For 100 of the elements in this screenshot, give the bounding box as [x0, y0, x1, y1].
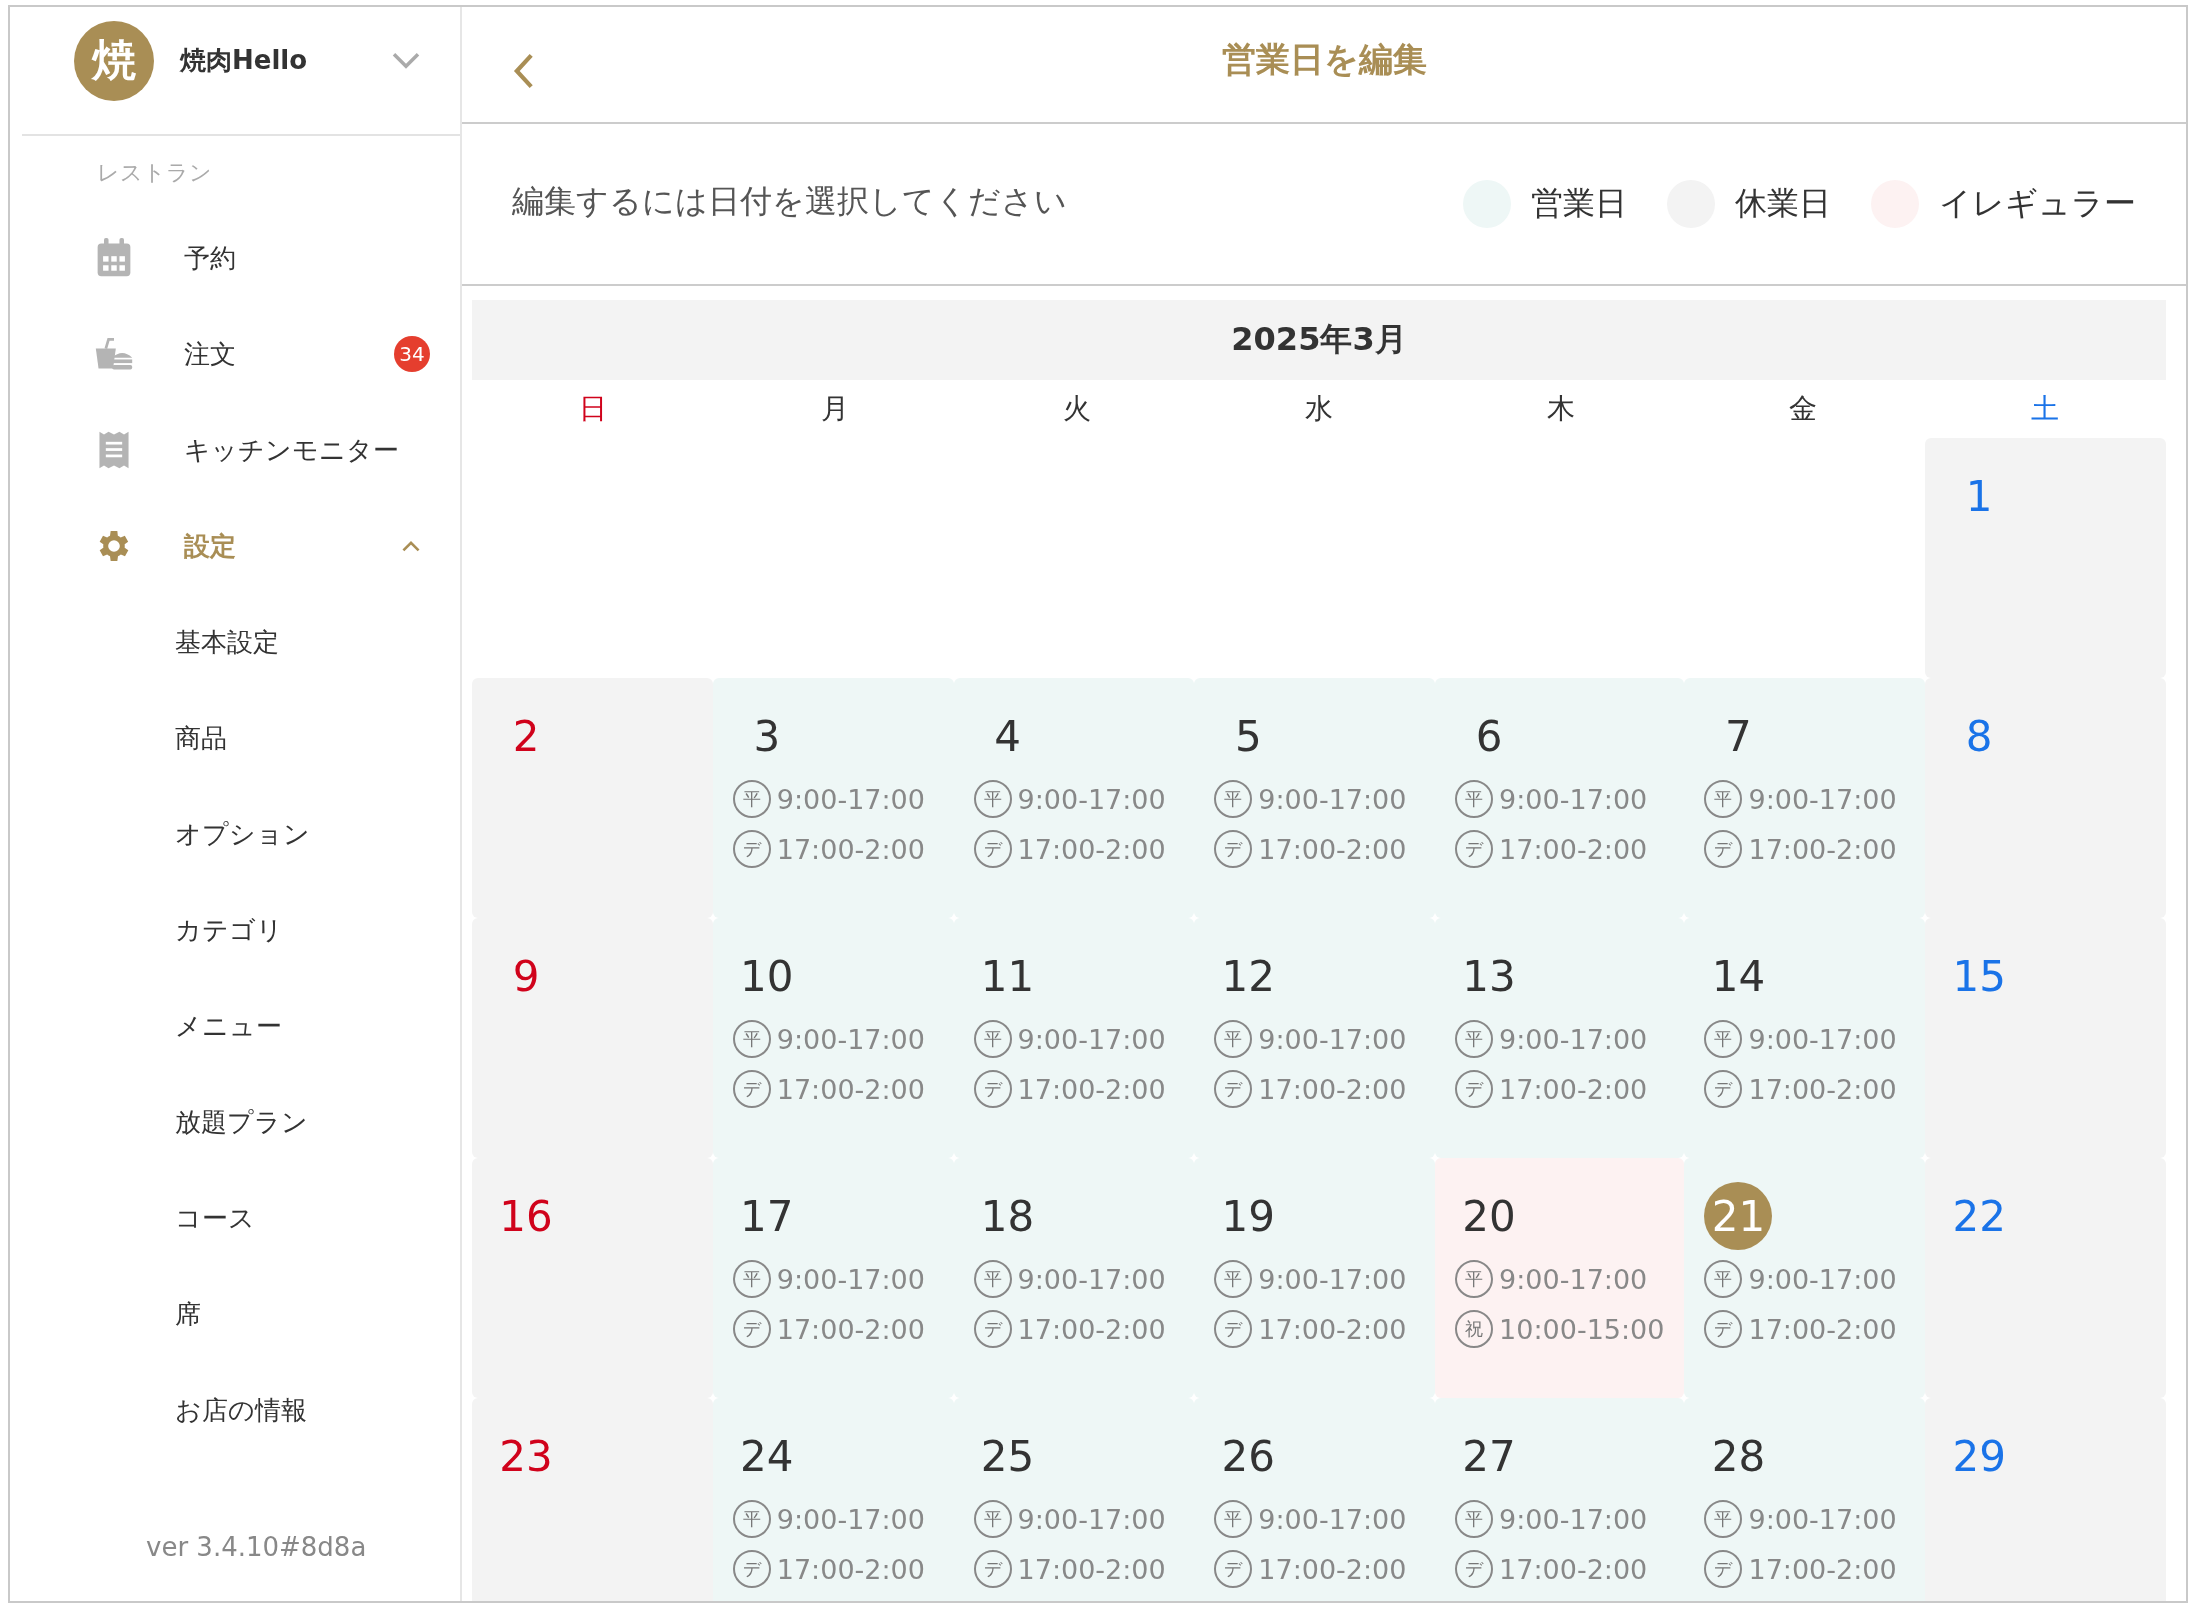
shift-tag: 平 [1704, 1260, 1743, 1298]
shift-tag: デ [1704, 830, 1743, 868]
day-cell[interactable]: 16 [472, 1158, 713, 1398]
day-cell[interactable]: 28 平 9:00-17:00 デ 17:00-2:00 [1684, 1398, 1926, 1601]
day-cell[interactable]: 7 平 9:00-17:00 デ 17:00-2:00 [1684, 678, 1926, 918]
weekday-label: 水 [1304, 391, 1334, 427]
day-cell[interactable]: 23 [472, 1398, 713, 1601]
day-number: 8 [1964, 710, 1994, 763]
shift-time: 17:00-2:00 [1258, 833, 1407, 865]
day-cell[interactable]: 24 平 9:00-17:00 デ 17:00-2:00 [712, 1398, 954, 1601]
day-cell[interactable]: 2 [472, 678, 713, 918]
day-number: 2 [511, 710, 541, 763]
shift-time: 9:00-17:00 [1499, 1503, 1648, 1535]
shift-tag: 平 [973, 780, 1012, 818]
shift-tag: デ [732, 830, 771, 868]
day-cell[interactable]: 6 平 9:00-17:00 デ 17:00-2:00 [1435, 678, 1685, 918]
shift-time: 17:00-2:00 [1017, 833, 1166, 865]
day-cell[interactable]: 10 平 9:00-17:00 デ 17:00-2:00 [712, 918, 954, 1158]
day-number: 27 [1461, 1430, 1517, 1483]
shift-tag: 平 [1214, 780, 1253, 818]
shift-tag: デ [973, 830, 1012, 868]
day-number: 28 [1710, 1430, 1767, 1483]
submenu-item[interactable]: 放題プラン [10, 1074, 460, 1170]
day-number: 14 [1710, 950, 1767, 1003]
day-cell[interactable]: 8 [1925, 678, 2166, 918]
instruction-text: 編集するには日付を選択してください [512, 181, 1068, 222]
shift-time: 9:00-17:00 [1499, 1023, 1648, 1055]
shift-time: 17:00-2:00 [1258, 1073, 1407, 1105]
day-number: 20 [1461, 1190, 1517, 1243]
shift-time: 9:00-17:00 [1499, 783, 1648, 815]
submenu-item[interactable]: お店の情報 [10, 1362, 460, 1458]
shift-time: 17:00-2:00 [1258, 1313, 1407, 1345]
day-cell[interactable]: 13 平 9:00-17:00 デ 17:00-2:00 [1435, 918, 1685, 1158]
shift-tag: デ [1455, 1070, 1494, 1108]
day-number: 17 [739, 1190, 795, 1243]
submenu-item[interactable]: オプション [10, 786, 460, 882]
shift-time: 17:00-2:00 [1499, 1073, 1648, 1105]
submenu-item[interactable]: コース [10, 1170, 460, 1266]
day-cell[interactable]: 27 平 9:00-17:00 デ 17:00-2:00 [1435, 1398, 1685, 1601]
shift-tag: 平 [1214, 1260, 1253, 1298]
day-cell[interactable]: 1 [1925, 438, 2166, 678]
day-number: 23 [498, 1430, 554, 1483]
day-number: 22 [1951, 1190, 2007, 1243]
day-cell[interactable]: 25 平 9:00-17:00 デ 17:00-2:00 [953, 1398, 1195, 1601]
day-cell[interactable]: 14 平 9:00-17:00 デ 17:00-2:00 [1684, 918, 1926, 1158]
shift-time: 9:00-17:00 [1258, 1263, 1407, 1295]
day-number: 15 [1951, 950, 2007, 1003]
day-cell[interactable]: 29 [1925, 1398, 2166, 1601]
shift-tag: 平 [1455, 780, 1494, 818]
shift-time: 9:00-17:00 [776, 1263, 925, 1295]
day-number: 6 [1474, 710, 1504, 763]
day-cell[interactable]: 20 平 9:00-17:00 祝 10:00-15:00 [1435, 1158, 1685, 1398]
day-number: 10 [739, 950, 795, 1003]
day-cell[interactable]: 19 平 9:00-17:00 デ 17:00-2:00 [1194, 1158, 1436, 1398]
day-cell[interactable]: 21 平 9:00-17:00 デ 17:00-2:00 [1684, 1158, 1926, 1398]
menu-item[interactable]: キッチンモニター [10, 402, 460, 498]
shift-time: 17:00-2:00 [1748, 1553, 1897, 1585]
shift-time: 9:00-17:00 [1017, 783, 1166, 815]
shift-tag: 平 [1214, 1500, 1253, 1538]
submenu-item[interactable]: 基本設定 [10, 594, 460, 690]
day-cell[interactable]: 15 [1925, 918, 2166, 1158]
submenu-item[interactable]: 席 [10, 1266, 460, 1362]
day-cell[interactable]: 12 平 9:00-17:00 デ 17:00-2:00 [1194, 918, 1436, 1158]
day-cell[interactable]: 5 平 9:00-17:00 デ 17:00-2:00 [1194, 678, 1436, 918]
shift-tag: 祝 [1455, 1310, 1494, 1348]
shift-time: 17:00-2:00 [1748, 833, 1897, 865]
section-label: レストラン [96, 159, 213, 187]
day-number: 7 [1724, 710, 1753, 763]
page-title: 営業日を編集 [1221, 37, 1427, 81]
shift-time: 9:00-17:00 [1017, 1023, 1166, 1055]
submenu-item[interactable]: 商品 [10, 690, 460, 786]
shift-tag: デ [1214, 1550, 1253, 1588]
submenu-item[interactable]: カテゴリ [10, 882, 460, 978]
menu-item[interactable]: 注文 34 [10, 306, 460, 402]
day-cell[interactable]: 18 平 9:00-17:00 デ 17:00-2:00 [953, 1158, 1195, 1398]
shift-tag: 平 [1455, 1500, 1494, 1538]
shift-time: 17:00-2:00 [1017, 1313, 1166, 1345]
day-cell[interactable]: 26 平 9:00-17:00 デ 17:00-2:00 [1194, 1398, 1436, 1601]
shift-time: 17:00-2:00 [1017, 1073, 1166, 1105]
shift-time: 9:00-17:00 [776, 1503, 925, 1535]
day-cell[interactable]: 17 平 9:00-17:00 デ 17:00-2:00 [712, 1158, 954, 1398]
submenu-item[interactable]: メニュー [10, 978, 460, 1074]
shift-time: 9:00-17:00 [1017, 1263, 1166, 1295]
day-cell[interactable]: 9 [472, 918, 713, 1158]
day-number: 29 [1951, 1430, 2007, 1483]
shift-time: 9:00-17:00 [1499, 1263, 1648, 1295]
shift-time: 17:00-2:00 [776, 1553, 925, 1585]
weekday-label: 火 [1062, 391, 1092, 427]
shift-tag: 平 [732, 1260, 771, 1298]
day-cell[interactable]: 4 平 9:00-17:00 デ 17:00-2:00 [953, 678, 1195, 918]
shift-tag: 平 [732, 780, 771, 818]
shift-tag: デ [1455, 1550, 1494, 1588]
day-number: 4 [993, 710, 1022, 763]
day-cell[interactable]: 11 平 9:00-17:00 デ 17:00-2:00 [953, 918, 1195, 1158]
day-number: 11 [979, 950, 1036, 1003]
day-cell[interactable]: 22 [1925, 1158, 2166, 1398]
day-cell[interactable]: 3 平 9:00-17:00 デ 17:00-2:00 [712, 678, 954, 918]
shift-tag: 平 [1214, 1020, 1253, 1058]
shift-time: 17:00-2:00 [1499, 833, 1648, 865]
menu-item[interactable]: 予約 [10, 210, 460, 306]
